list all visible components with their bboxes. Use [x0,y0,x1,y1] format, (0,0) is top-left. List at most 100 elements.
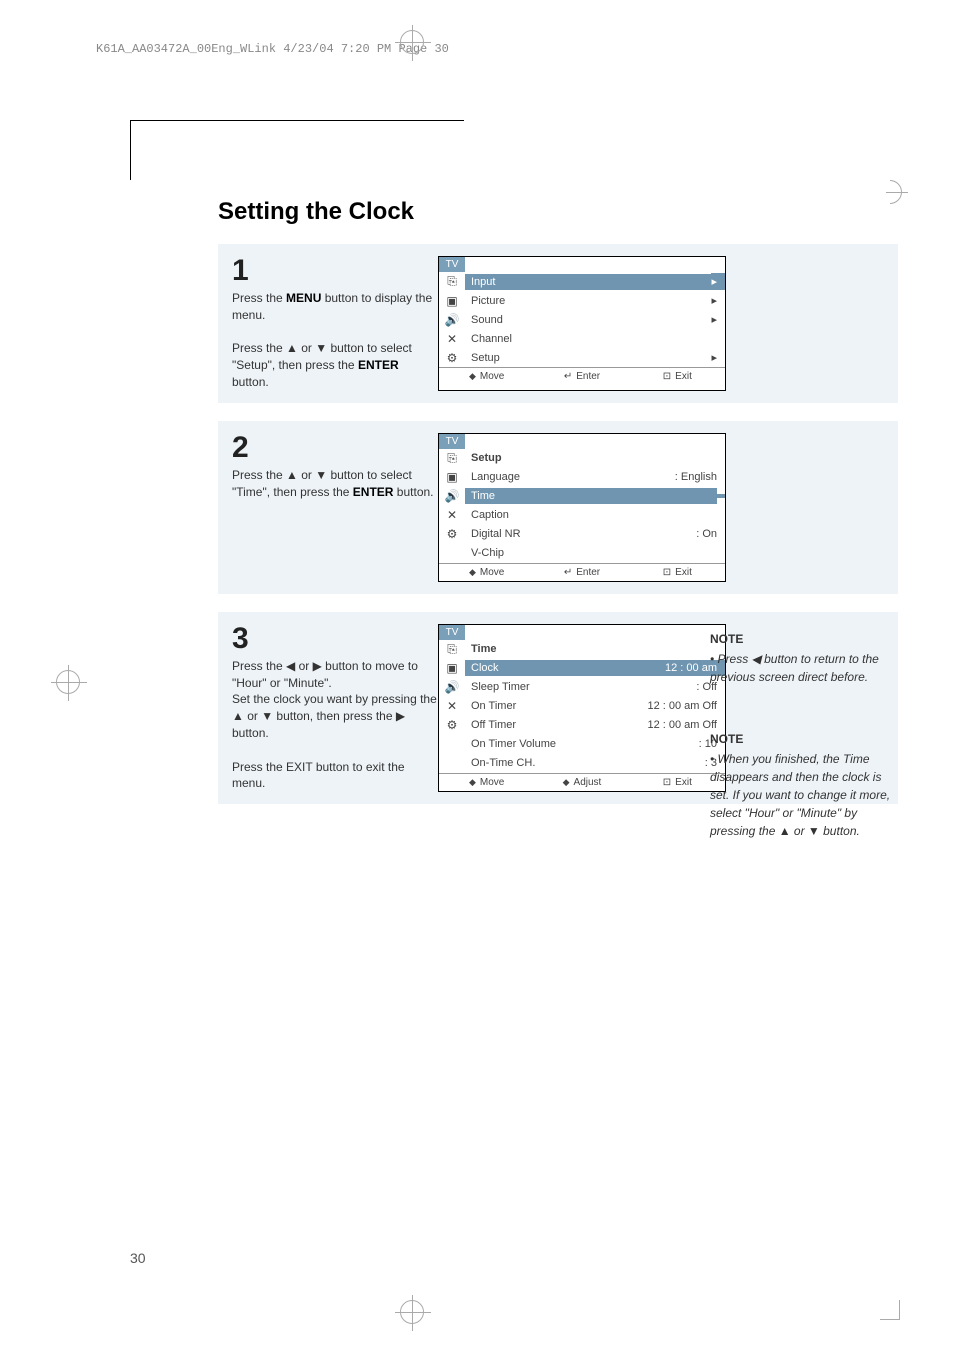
menu-label: Picture [465,295,711,307]
menu-label: Sound [465,314,711,326]
menu-row-ontimer: ✕ On Timer 12 : 00 am Off [439,697,725,716]
text: button. [232,375,269,389]
exit-icon: ⊡ [663,567,671,578]
menu-label: Time [465,488,717,504]
menu-label: V-Chip [465,547,717,559]
note-body: • Press ◀ button to return to the previo… [710,652,879,684]
text: Press the ◀ or ▶ button to move to "Hour… [232,658,438,692]
setup-icon: ⚙ [439,527,465,541]
text: Set the clock you want by pressing the ▲… [232,691,438,741]
note-2: NOTE • When you finished, the Time disap… [710,730,894,840]
sound-icon: 🔊 [439,680,465,694]
menu-keyword: MENU [286,291,321,305]
step-3-text: 3 Press the ◀ or ▶ button to move to "Ho… [232,624,438,792]
menu-label: On Timer Volume [465,738,699,750]
menu-row-sound: 🔊 Sound ▸ [439,310,725,329]
menu-heading: ⎘ Setup [439,449,725,468]
footer-move: Move [480,567,504,578]
text: Press the EXIT button to exit the menu. [232,759,438,793]
updown-icon: ◆ [469,567,476,578]
menu-row-vchip: V-Chip [439,544,725,563]
menu-row-channel: ✕ Channel [439,329,725,348]
leftright-icon: ◆ [469,777,476,788]
footer-move: Move [480,777,504,788]
menu-row-ontimervol: On Timer Volume : 10 [439,735,725,754]
osd-menu-setup: TV ⎘ Setup ▣ Language : English 🔊 Time ✕… [438,433,726,582]
tv-badge: TV [439,434,465,449]
step-1-text: 1 Press the MENU button to display the m… [232,256,438,391]
updown-icon: ◆ [469,371,476,382]
channel-icon: ✕ [439,508,465,522]
setup-heading: Setup [465,452,725,464]
menu-label: Clock [465,660,665,676]
registration-mark-corner [880,1300,900,1320]
exit-icon: ⊡ [663,777,671,788]
menu-row-sleep: 🔊 Sleep Timer : Off [439,678,725,697]
footer-exit: Exit [675,777,692,788]
menu-arrow: ▸ [711,294,725,307]
setup-icon: ⚙ [439,351,465,365]
picture-icon: ▣ [439,470,465,484]
menu-row-setup: ⚙ Setup ▸ [439,348,725,367]
menu-label: Setup [465,352,711,364]
menu-row-ontimech: On-Time CH. : 3 [439,754,725,773]
osd-menu-main: TV ⎘ Input ▸ ▣ Picture ▸ 🔊 Sound ▸ ✕ Cha… [438,256,726,391]
input-icon: ⎘ [439,451,465,466]
sound-icon: 🔊 [439,489,465,503]
step-number: 1 [232,256,438,286]
registration-mark-top [400,30,424,54]
menu-value: : On [696,528,725,540]
enter-keyword: ENTER [353,485,394,499]
menu-value: 12 : 00 am Off [647,700,725,712]
exit-icon: ⊡ [663,371,671,382]
menu-row-digitalnr: ⚙ Digital NR : On [439,525,725,544]
text: Press the [232,291,286,305]
menu-label: Digital NR [465,528,696,540]
picture-icon: ▣ [439,661,465,675]
page-title: Setting the Clock [218,198,898,226]
menu-row-time: 🔊 Time [439,487,725,506]
menu-label: On-Time CH. [465,757,705,769]
note-title: NOTE [710,730,894,748]
sound-icon: 🔊 [439,313,465,327]
note-1: NOTE • Press ◀ button to return to the p… [710,630,894,686]
menu-label: Caption [465,509,717,521]
input-icon: ⎘ [439,274,465,289]
menu-row-caption: ✕ Caption [439,506,725,525]
footer-exit: Exit [675,371,692,382]
enter-icon: ↵ [564,567,572,578]
menu-footer: ◆ Move ◆ Adjust ⊡ Exit [439,773,725,791]
print-header: K61A_AA03472A_00Eng_WLink 4/23/04 7:20 P… [96,42,449,56]
enter-icon: ↵ [564,371,572,382]
menu-label: Language [465,471,675,483]
registration-mark-left [56,670,80,694]
note-body: • When you finished, the Time disappears… [710,752,890,838]
step-number: 2 [232,433,438,463]
channel-icon: ✕ [439,332,465,346]
menu-label: On Timer [465,700,647,712]
menu-row-language: ▣ Language : English [439,468,725,487]
menu-footer: ◆Move ↵Enter ⊡Exit [439,563,725,581]
setup-icon: ⚙ [439,718,465,732]
registration-mark-bottom [400,1300,424,1324]
footer-move: Move [480,371,504,382]
note-title: NOTE [710,630,894,648]
time-heading: Time [465,643,725,655]
footer-adjust: Adjust [574,777,602,788]
step-number: 3 [232,624,438,654]
menu-value [717,494,725,498]
menu-label: Off Timer [465,719,647,731]
menu-row-picture: ▣ Picture ▸ [439,291,725,310]
menu-row-clock: ▣ Clock 12 : 00 am [439,659,725,678]
menu-label: Input [465,274,711,290]
text: button. [393,485,433,499]
menu-footer: ◆ Move ↵ Enter ⊡ Exit [439,367,725,385]
menu-arrow: ▸ [711,351,725,364]
channel-icon: ✕ [439,699,465,713]
menu-row-input: ⎘ Input ▸ [439,272,725,291]
menu-row-offtimer: ⚙ Off Timer 12 : 00 am Off [439,716,725,735]
picture-icon: ▣ [439,294,465,308]
footer-enter: Enter [576,371,600,382]
menu-label: Sleep Timer [465,681,696,693]
updown-icon: ◆ [563,777,570,788]
